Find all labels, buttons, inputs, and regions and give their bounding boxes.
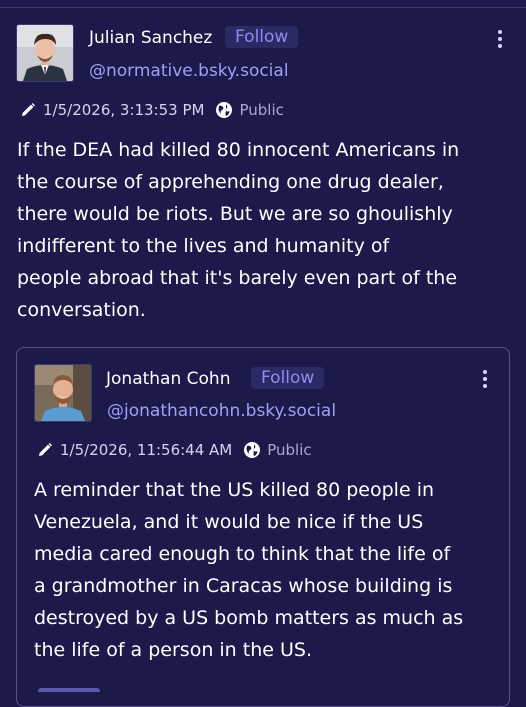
embed-media-edge xyxy=(38,688,100,692)
quoted-author-name[interactable]: Jonathan Cohn xyxy=(106,369,230,389)
post-meta: 1/5/2026, 3:13:53 PM Public xyxy=(20,101,284,119)
post-timestamp[interactable]: 1/5/2026, 3:13:53 PM xyxy=(43,101,204,119)
author-avatar[interactable] xyxy=(16,24,74,82)
quoted-visibility-label: Public xyxy=(267,441,312,459)
globe-icon xyxy=(215,101,233,119)
more-vertical-icon[interactable] xyxy=(497,30,503,52)
quoted-author-avatar[interactable] xyxy=(34,364,92,422)
quoted-post-timestamp[interactable]: 1/5/2026, 11:56:44 AM xyxy=(60,441,232,459)
more-vertical-icon[interactable] xyxy=(482,370,488,392)
globe-icon xyxy=(243,441,261,459)
pencil-icon xyxy=(37,442,53,458)
top-divider xyxy=(0,0,526,8)
follow-button[interactable]: Follow xyxy=(225,26,299,48)
quoted-post-meta: 1/5/2026, 11:56:44 AM Public xyxy=(37,441,312,459)
quoted-post-text: A reminder that the US killed 80 people … xyxy=(34,479,464,661)
author-name[interactable]: Julian Sanchez xyxy=(89,28,212,48)
pencil-icon xyxy=(20,102,36,118)
author-handle[interactable]: @normative.bsky.social xyxy=(89,61,289,81)
post-text: If the DEA had killed 80 innocent Americ… xyxy=(17,139,460,321)
quoted-follow-button[interactable]: Follow xyxy=(251,367,325,389)
visibility-label: Public xyxy=(239,101,284,119)
quoted-post-card[interactable]: Jonathan Cohn Follow @jonathancohn.bsky.… xyxy=(16,347,510,707)
quoted-author-handle[interactable]: @jonathancohn.bsky.social xyxy=(107,401,336,421)
